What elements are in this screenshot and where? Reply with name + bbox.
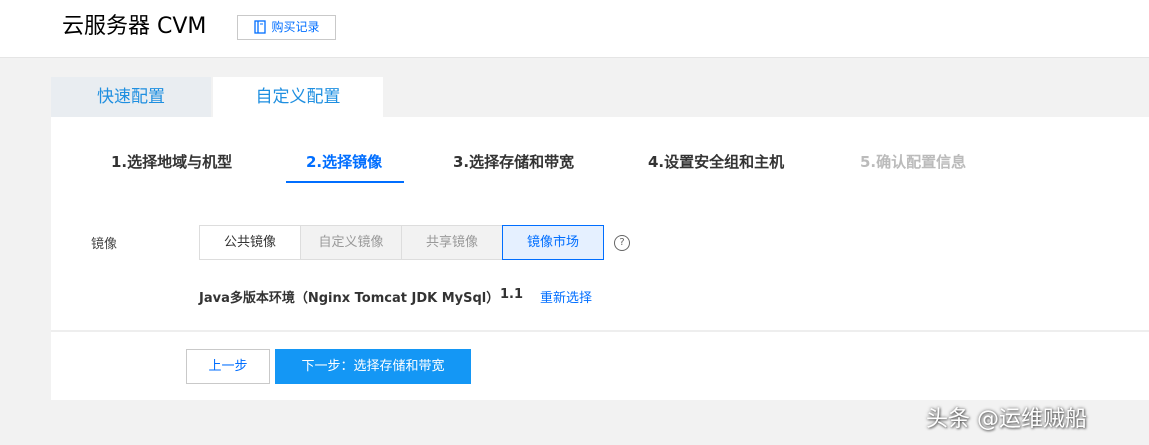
step-storage-bandwidth[interactable]: 3.选择存储和带宽 [453, 151, 574, 173]
image-type-shared[interactable]: 共享镜像 [401, 225, 503, 260]
image-field-label: 镜像 [91, 237, 118, 252]
step-select-image[interactable]: 2.选择镜像 [306, 151, 382, 173]
step-bar: 1.选择地域与机型 2.选择镜像 3.选择存储和带宽 4.设置安全组和主机 5.… [51, 117, 1149, 187]
reselect-link[interactable]: 重新选择 [540, 287, 592, 306]
tab-custom-config[interactable]: 自定义配置 [213, 77, 383, 117]
image-type-public[interactable]: 公共镜像 [199, 225, 301, 260]
tab-quick-config[interactable]: 快速配置 [51, 77, 211, 117]
selected-image-name: Java多版本环境（Nginx Tomcat JDK MySql） [199, 291, 500, 306]
page-title: 云服务器 CVM [62, 14, 207, 39]
config-panel: 1.选择地域与机型 2.选择镜像 3.选择存储和带宽 4.设置安全组和主机 5.… [51, 117, 1149, 400]
next-step-button[interactable]: 下一步：选择存储和带宽 [275, 349, 471, 384]
watermark: 头条 @运维贼船 [926, 407, 1087, 432]
active-step-indicator [286, 181, 404, 183]
step-security-host[interactable]: 4.设置安全组和主机 [648, 151, 784, 173]
book-icon [253, 19, 267, 42]
image-type-market[interactable]: 镜像市场 [502, 225, 604, 260]
selected-image-version: 1.1 [500, 287, 524, 302]
purchase-record-button[interactable]: 购买记录 [237, 15, 336, 40]
step-region-instance[interactable]: 1.选择地域与机型 [111, 151, 232, 173]
footer-divider [51, 330, 1149, 332]
help-icon[interactable]: ? [614, 235, 630, 251]
image-type-custom[interactable]: 自定义镜像 [300, 225, 402, 260]
prev-step-button[interactable]: 上一步 [186, 349, 270, 384]
purchase-record-label: 购买记录 [271, 20, 320, 34]
page-header: 云服务器 CVM 购买记录 [0, 0, 1149, 58]
step-confirm: 5.确认配置信息 [860, 153, 967, 171]
